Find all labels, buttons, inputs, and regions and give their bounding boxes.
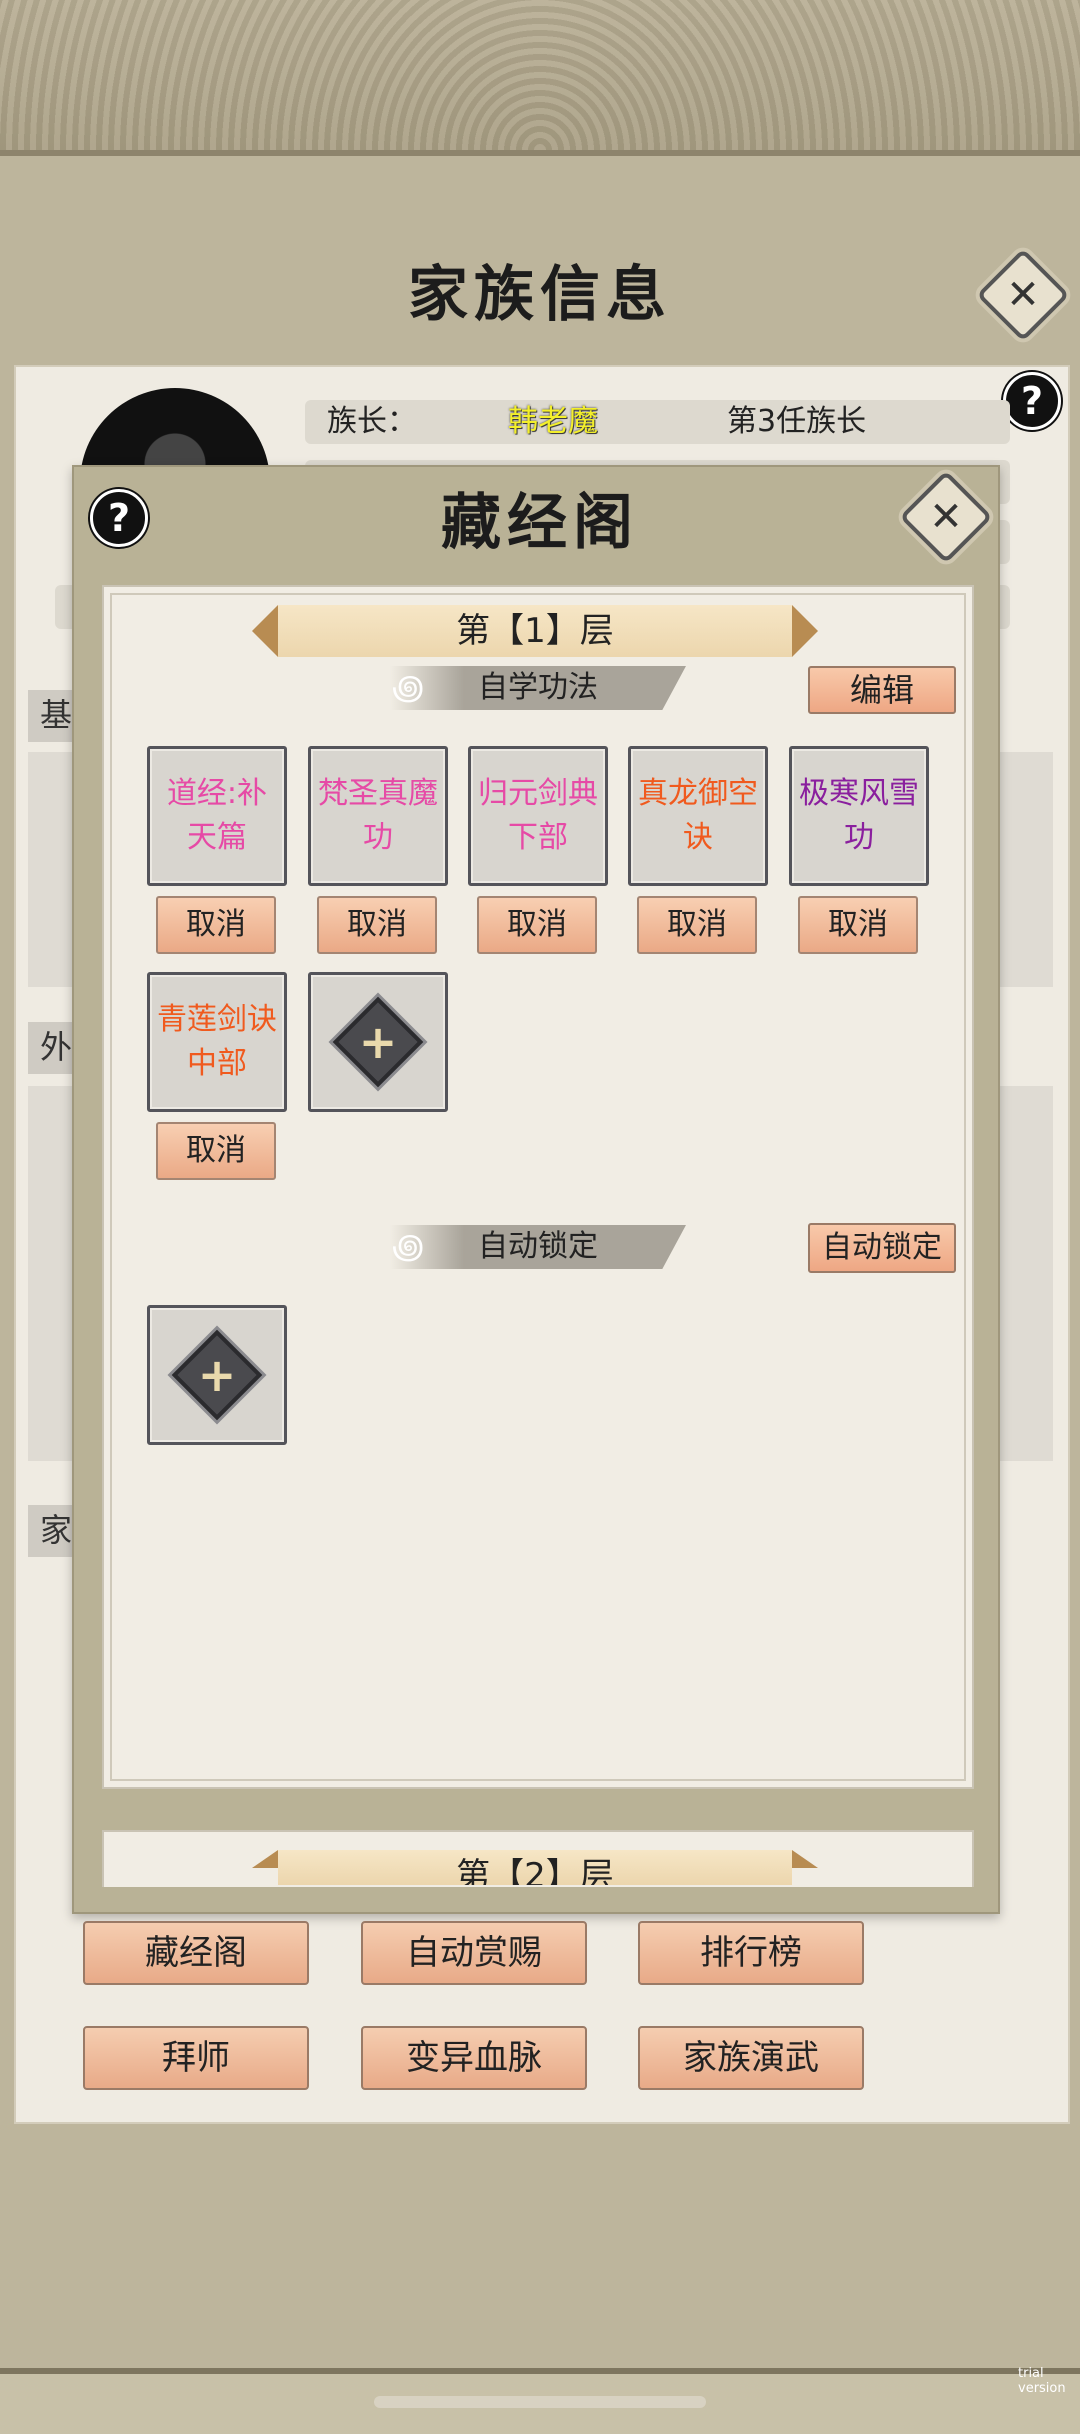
auto-lock-section-header: 自动锁定 xyxy=(390,1225,686,1269)
top-wave-band xyxy=(0,0,1080,156)
leader-info-bar: 族长： 韩老魔 第3任族长 xyxy=(305,400,1010,444)
skill-slot[interactable]: 真龙御空 诀 xyxy=(628,746,768,886)
cloud-icon: ꩜ xyxy=(392,668,425,708)
leader-label: 族长： xyxy=(327,404,417,439)
skill-slot[interactable]: 归元剑典 下部 xyxy=(468,746,608,886)
skill-slot[interactable]: 青莲剑诀 中部 xyxy=(147,972,287,1112)
skill-slot[interactable]: 道经:补 天篇 xyxy=(147,746,287,886)
library-title: 藏经阁 xyxy=(441,488,639,558)
edit-button[interactable]: 编辑 xyxy=(808,666,956,714)
banner-left-arrow xyxy=(252,1850,278,1868)
self-study-section-label: 自学功法 xyxy=(478,670,598,705)
bloodline-button[interactable]: 变异血脉 xyxy=(361,2026,587,2090)
family-help-button[interactable]: ? xyxy=(1003,372,1061,430)
floor-2-banner: 第【2】层 xyxy=(278,1850,792,1885)
banner-right-arrow xyxy=(792,605,818,657)
family-info-title: 家族信息 xyxy=(408,260,672,330)
skill-name-line1: 梵圣真魔 xyxy=(318,776,438,811)
skill-name-line2: 天篇 xyxy=(186,820,247,855)
add-auto-lock-slot[interactable]: + xyxy=(147,1305,287,1445)
skill-slot[interactable]: 梵圣真魔 功 xyxy=(308,746,448,886)
skill-name-line1: 真龙御空 xyxy=(638,776,758,811)
skill-name-line1: 道经:补 xyxy=(166,776,268,811)
cancel-button[interactable]: 取消 xyxy=(477,896,597,954)
family-tournament-button[interactable]: 家族演武 xyxy=(638,2026,864,2090)
skill-name-line1: 青莲剑诀 xyxy=(157,1002,277,1037)
skill-name-line2: 功 xyxy=(363,820,393,855)
skill-name-line2: 功 xyxy=(844,820,874,855)
cancel-button[interactable]: 取消 xyxy=(798,896,918,954)
trial-watermark: trial version xyxy=(1018,2366,1066,2396)
cloud-icon: ꩜ xyxy=(392,1227,425,1267)
help-icon: ? xyxy=(107,496,131,540)
apprentice-button[interactable]: 拜师 xyxy=(83,2026,309,2090)
banner-left-arrow xyxy=(252,605,278,657)
library-button[interactable]: 藏经阁 xyxy=(83,1921,309,1985)
add-skill-slot[interactable]: + xyxy=(308,972,448,1112)
home-indicator[interactable] xyxy=(374,2396,706,2408)
auto-reward-button[interactable]: 自动赏赐 xyxy=(361,1921,587,1985)
help-icon: ? xyxy=(1020,379,1044,423)
skill-slot[interactable]: 极寒风雪 功 xyxy=(789,746,929,886)
auto-lock-button[interactable]: 自动锁定 xyxy=(808,1223,956,1273)
skill-name-line1: 归元剑典 xyxy=(478,776,598,811)
self-study-section-header: 自学功法 xyxy=(390,666,686,710)
modal-help-button[interactable]: ? xyxy=(90,489,148,547)
add-icon: + xyxy=(171,1329,263,1421)
add-icon: + xyxy=(332,996,424,1088)
cancel-button[interactable]: 取消 xyxy=(637,896,757,954)
banner-right-arrow xyxy=(792,1850,818,1868)
auto-lock-section-label: 自动锁定 xyxy=(478,1229,598,1264)
close-icon: ✕ xyxy=(929,494,963,540)
leader-rank: 第3任族长 xyxy=(727,404,867,439)
cancel-button[interactable]: 取消 xyxy=(317,896,437,954)
floor-1-banner: 第【1】层 xyxy=(278,605,792,657)
family-close-button[interactable]: ✕ xyxy=(976,248,1070,342)
skill-name-line2: 下部 xyxy=(508,820,568,855)
skill-name-line1: 极寒风雪 xyxy=(799,776,919,811)
cancel-button[interactable]: 取消 xyxy=(156,896,276,954)
cancel-button[interactable]: 取消 xyxy=(156,1122,276,1180)
skill-name-line2: 中部 xyxy=(187,1046,247,1081)
leader-name: 韩老魔 xyxy=(508,404,598,439)
leaderboard-button[interactable]: 排行榜 xyxy=(638,1921,864,1985)
close-icon: ✕ xyxy=(1006,272,1040,318)
skill-name-line2: 诀 xyxy=(683,820,713,855)
